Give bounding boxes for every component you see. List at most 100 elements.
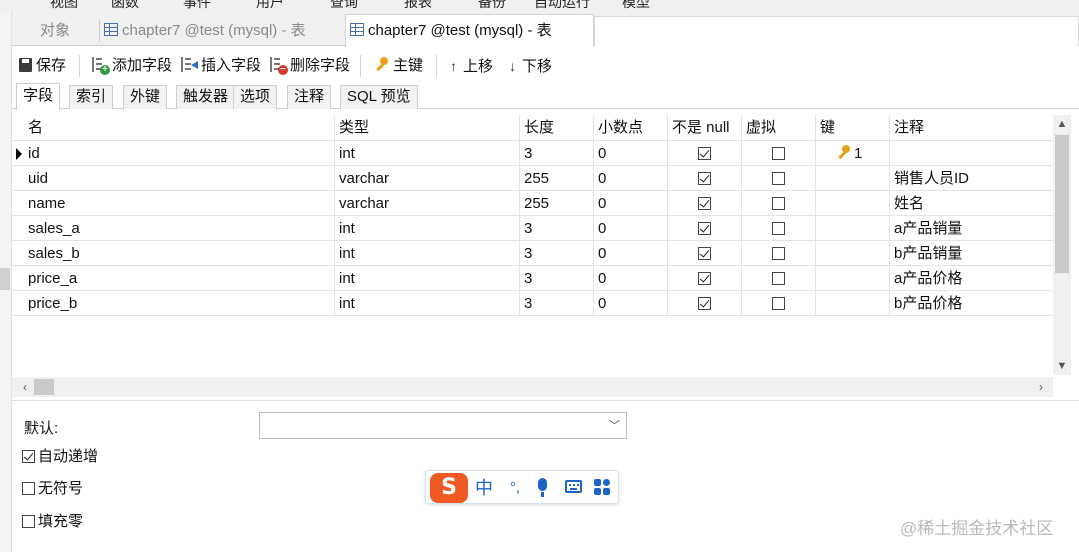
cell-length[interactable]: 3 [520,266,594,291]
cell-length[interactable]: 3 [520,216,594,241]
cell-decimals[interactable]: 0 [594,216,668,241]
save-button[interactable]: 保存 [19,56,66,76]
table-row[interactable]: id int 3 0 1 [12,141,1053,166]
scroll-left-icon[interactable]: ‹ [16,377,34,397]
cell-not-null[interactable] [668,291,742,316]
cell-not-null[interactable] [668,216,742,241]
cell-decimals[interactable]: 0 [594,291,668,316]
zerofill-option[interactable]: 填充零 [22,510,83,531]
cell-name[interactable]: sales_a [24,216,335,241]
menu-item-function[interactable]: 函数 [111,0,139,10]
cell-key[interactable] [816,191,890,216]
tab-triggers[interactable]: 触发器 [176,85,236,109]
table-row[interactable]: name varchar 255 0 姓名 [12,191,1053,216]
cell-virtual[interactable] [742,141,816,166]
tab-fields[interactable]: 字段 [16,83,61,110]
keyboard-icon[interactable] [565,480,582,493]
not-null-checkbox[interactable] [698,197,711,210]
toolbox-grid-icon[interactable] [594,479,610,495]
tab-objects[interactable]: 对象 [40,16,70,46]
cell-type[interactable]: int [335,216,520,241]
delete-field-button[interactable]: 删除字段 [270,56,350,76]
cell-length[interactable]: 3 [520,291,594,316]
scroll-thumb-horizontal[interactable] [34,379,54,395]
table-row[interactable]: price_b int 3 0 b产品价格 [12,291,1053,316]
column-header-virtual[interactable]: 虚拟 [742,115,816,141]
cell-decimals[interactable]: 0 [594,266,668,291]
cell-decimals[interactable]: 0 [594,241,668,266]
cell-comment[interactable]: a产品价格 [890,266,1053,291]
cell-name[interactable]: sales_b [24,241,335,266]
column-header-length[interactable]: 长度 [520,115,594,141]
cell-virtual[interactable] [742,191,816,216]
insert-field-button[interactable]: 插入字段 [181,56,261,76]
cell-type[interactable]: int [335,291,520,316]
cell-name[interactable]: price_b [24,291,335,316]
cell-virtual[interactable] [742,166,816,191]
cell-comment[interactable]: 销售人员ID [890,166,1053,191]
virtual-checkbox[interactable] [772,172,785,185]
tab-indexes[interactable]: 索引 [69,85,114,109]
column-header-type[interactable]: 类型 [335,115,520,141]
scroll-down-icon[interactable]: ▼ [1053,357,1071,375]
cell-length[interactable]: 255 [520,166,594,191]
cell-name[interactable]: name [24,191,335,216]
virtual-checkbox[interactable] [772,197,785,210]
zerofill-checkbox[interactable] [22,515,35,528]
cell-not-null[interactable] [668,266,742,291]
not-null-checkbox[interactable] [698,222,711,235]
table-row[interactable]: price_a int 3 0 a产品价格 [12,266,1053,291]
cell-comment[interactable]: b产品价格 [890,291,1053,316]
cell-key[interactable] [816,266,890,291]
cell-not-null[interactable] [668,241,742,266]
column-header-name[interactable]: 名 [24,115,335,141]
cell-virtual[interactable] [742,266,816,291]
tab-chapter7-inactive[interactable]: chapter7 @test (mysql) - 表 [104,16,306,46]
menu-item-view[interactable]: 视图 [50,0,78,10]
not-null-checkbox[interactable] [698,297,711,310]
unsigned-option[interactable]: 无符号 [22,477,83,498]
cell-length[interactable]: 255 [520,191,594,216]
not-null-checkbox[interactable] [698,272,711,285]
column-header-decimals[interactable]: 小数点 [594,115,668,141]
auto-increment-option[interactable]: 自动递增 [22,445,98,466]
tab-options[interactable]: 选项 [233,85,278,109]
virtual-checkbox[interactable] [772,147,785,160]
cell-type[interactable]: varchar [335,166,520,191]
cell-key[interactable]: 1 [816,141,890,166]
scroll-thumb[interactable] [1055,135,1069,273]
cell-length[interactable]: 3 [520,241,594,266]
cell-key[interactable] [816,291,890,316]
ime-chinese-mode[interactable]: 中 [472,476,496,500]
cell-type[interactable]: varchar [335,191,520,216]
move-up-button[interactable]: ↑ 上移 [450,56,493,76]
column-header-comment[interactable]: 注释 [890,115,1053,141]
virtual-checkbox[interactable] [772,247,785,260]
sogou-logo-icon[interactable]: S [430,473,468,503]
tab-sql-preview[interactable]: SQL 预览 [340,85,418,109]
menu-item-model[interactable]: 模型 [622,0,650,10]
cell-not-null[interactable] [668,191,742,216]
cell-comment[interactable]: 姓名 [890,191,1053,216]
table-row[interactable]: sales_a int 3 0 a产品销量 [12,216,1053,241]
scroll-up-icon[interactable]: ▲ [1053,115,1071,133]
primary-key-button[interactable]: 主键 [374,56,423,76]
cell-key[interactable] [816,216,890,241]
table-row[interactable]: uid varchar 255 0 销售人员ID [12,166,1053,191]
tab-comment[interactable]: 注释 [287,85,332,109]
microphone-icon[interactable] [538,478,547,497]
menu-item-report[interactable]: 报表 [404,0,432,10]
panel-collapse-handle[interactable] [0,268,10,290]
column-header-key[interactable]: 键 [816,115,890,141]
not-null-checkbox[interactable] [698,147,711,160]
tab-foreign-keys[interactable]: 外键 [123,85,168,109]
cell-comment[interactable] [890,141,1053,166]
cell-comment[interactable]: b产品销量 [890,241,1053,266]
cell-key[interactable] [816,166,890,191]
ime-punctuation-toggle[interactable]: °, [502,476,528,500]
table-row[interactable]: sales_b int 3 0 b产品销量 [12,241,1053,266]
cell-not-null[interactable] [668,166,742,191]
menu-item-backup[interactable]: 备份 [478,0,506,10]
cell-decimals[interactable]: 0 [594,166,668,191]
column-header-not-null[interactable]: 不是 null [668,115,742,141]
